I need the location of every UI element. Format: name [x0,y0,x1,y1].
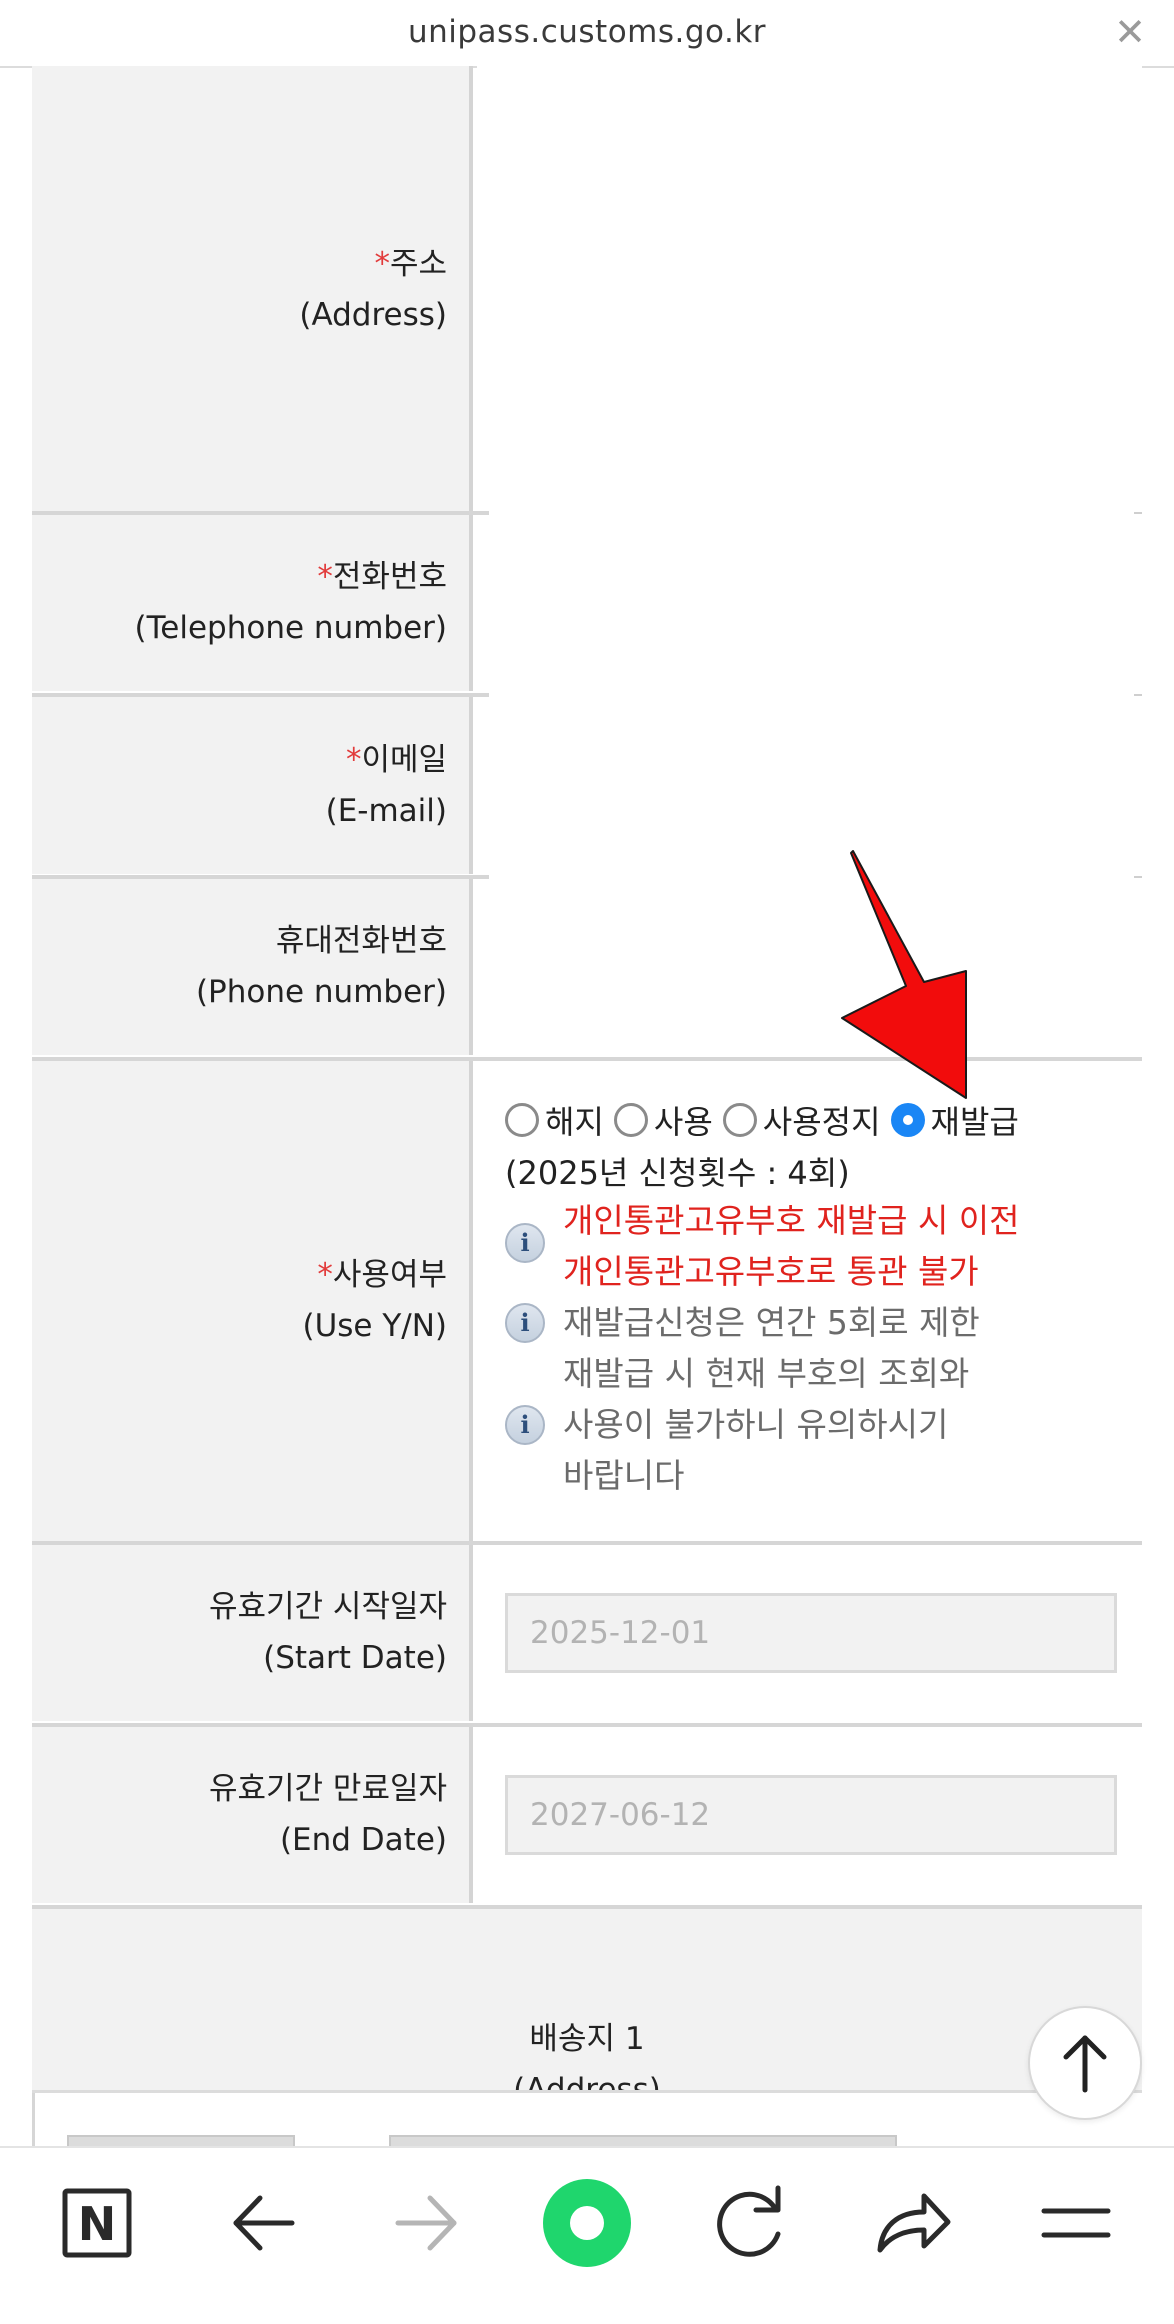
forward-arrow-icon [395,2195,457,2251]
naver-letter: N [78,2197,117,2251]
annotation-arrow [841,850,967,1099]
share-icon [877,2193,951,2253]
red-arrow-shape [841,850,967,1099]
forward-button[interactable] [366,2148,486,2298]
bottom-nav-bar: N [0,2146,1174,2324]
scroll-to-top-button[interactable] [1028,2006,1142,2120]
share-button[interactable] [850,2148,970,2298]
reload-button[interactable] [688,2148,808,2298]
naver-home-button[interactable]: N [38,2148,158,2298]
menu-button[interactable] [1016,2148,1136,2298]
menu-icon [1041,2208,1111,2238]
back-button[interactable] [204,2148,324,2298]
arrow-up-icon [1063,2035,1107,2093]
naver-home-icon: N [62,2188,132,2258]
green-home-button[interactable] [527,2148,647,2298]
green-dot-icon [543,2179,631,2267]
reload-icon [717,2185,781,2257]
back-arrow-icon [233,2195,295,2251]
